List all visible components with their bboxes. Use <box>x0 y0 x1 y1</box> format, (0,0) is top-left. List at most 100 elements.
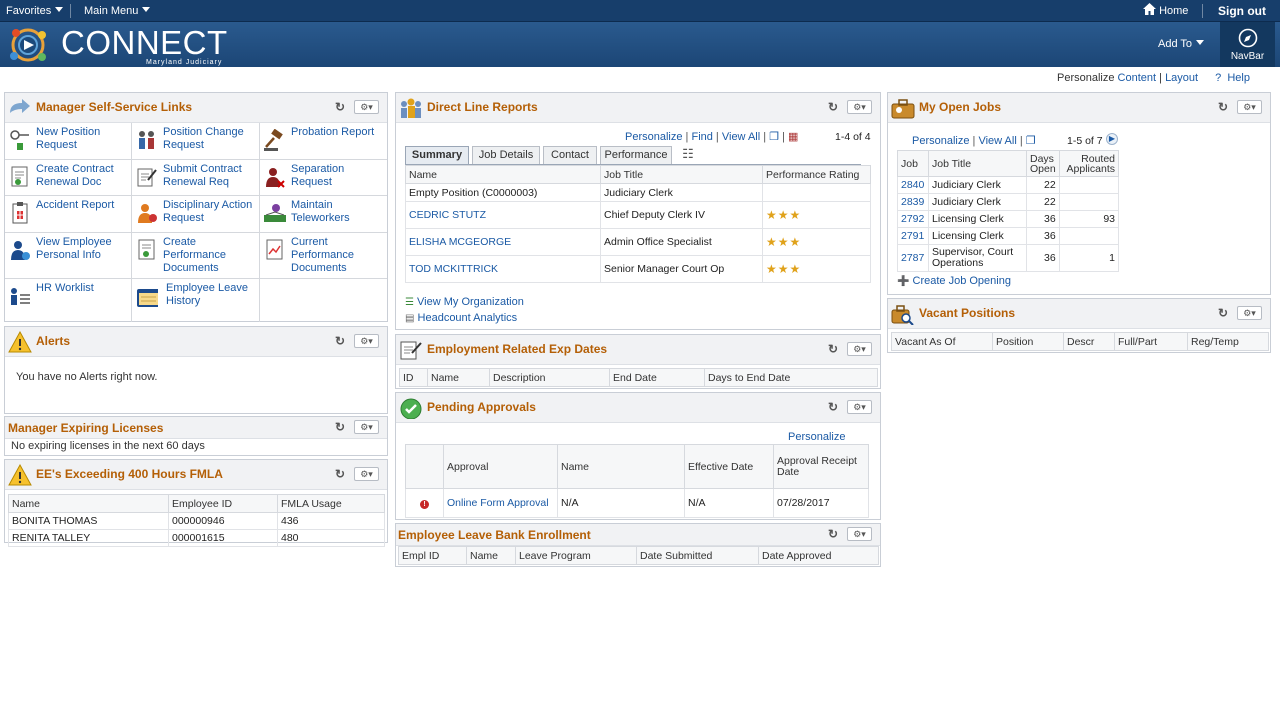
view-my-organization-link[interactable]: View My Organization <box>417 296 524 308</box>
report-name-link[interactable]: ELISHA MCGEORGE <box>405 228 601 256</box>
zoom-icon[interactable]: ❐ <box>1026 135 1036 147</box>
mss-link-create-performance[interactable]: Create Performance Documents <box>132 233 260 279</box>
favorites-menu[interactable]: Favorites <box>6 0 64 22</box>
personalize-link[interactable]: Personalize <box>625 131 682 143</box>
mss-link-disciplinary-action[interactable]: Disciplinary Action Request <box>132 196 260 233</box>
gear-icon[interactable]: ⚙▾ <box>1237 100 1262 114</box>
chevron-down-icon <box>55 7 64 12</box>
mss-link-hr-worklist[interactable]: HR Worklist <box>5 279 132 322</box>
zoom-icon[interactable]: ❐ <box>769 131 779 143</box>
tab-job-details[interactable]: Job Details <box>472 146 540 164</box>
mss-link-accident-report[interactable]: Accident Report <box>5 196 132 233</box>
report-name-link[interactable]: CEDRIC STUTZ <box>405 201 601 229</box>
job-id-link[interactable]: 2839 <box>897 193 929 211</box>
warning-icon <box>8 331 32 353</box>
add-to-menu[interactable]: Add To <box>1158 22 1205 67</box>
show-all-columns-icon[interactable]: ☷ <box>675 146 701 164</box>
mss-link-employee-leave-history[interactable]: Employee Leave History <box>132 279 260 322</box>
personalize-link[interactable]: Personalize <box>788 431 845 443</box>
job-id-link[interactable]: 2787 <box>897 244 929 272</box>
help-link[interactable]: Help <box>1227 72 1250 84</box>
headcount-analytics-row[interactable]: ▤ Headcount Analytics <box>405 312 517 324</box>
personalize-link[interactable]: Personalize <box>912 135 969 147</box>
home-link[interactable]: Home <box>1143 0 1188 22</box>
personalize-row: Personalize Content | Layout ? Help <box>1057 72 1250 84</box>
report-title: Admin Office Specialist <box>600 228 763 256</box>
tab-performance[interactable]: Performance <box>600 146 672 164</box>
report-name-link[interactable]: TOD MCKITTRICK <box>405 255 601 283</box>
refresh-icon[interactable]: ↻ <box>828 343 840 355</box>
mss-link-position-change[interactable]: Position Change Request <box>132 123 260 160</box>
licenses-title: Manager Expiring Licenses <box>8 421 164 435</box>
navbar-button[interactable]: NavBar <box>1220 22 1275 67</box>
refresh-icon[interactable]: ↻ <box>828 401 840 413</box>
job-id-link[interactable]: 2792 <box>897 210 929 228</box>
col-header: Name <box>557 444 685 489</box>
sign-out-link[interactable]: Sign out <box>1218 0 1266 22</box>
days-open: 36 <box>1026 210 1060 228</box>
fmla-pagelet: EE's Exceeding 400 Hours FMLA ↻ ⚙▾ Name … <box>4 459 388 547</box>
briefcase-search-icon <box>891 305 914 325</box>
headcount-analytics-link[interactable]: Headcount Analytics <box>418 312 518 324</box>
mss-link-submit-contract[interactable]: Submit Contract Renewal Req <box>132 160 260 196</box>
mss-link-probation-report[interactable]: Probation Report <box>260 123 387 160</box>
refresh-icon[interactable]: ↻ <box>828 528 840 540</box>
gear-icon[interactable]: ⚙▾ <box>847 342 872 356</box>
personalize-layout-link[interactable]: Layout <box>1165 72 1198 84</box>
routed-applicants <box>1058 176 1120 194</box>
edit-document-icon <box>137 168 157 187</box>
chevron-down-icon <box>142 7 151 12</box>
mss-link-view-employee[interactable]: View Employee Personal Info <box>5 233 132 279</box>
gear-icon[interactable]: ⚙▾ <box>847 100 872 114</box>
col-header <box>405 444 444 489</box>
mss-link-label: Disciplinary Action Request <box>163 199 253 224</box>
refresh-icon[interactable]: ↻ <box>1218 101 1230 113</box>
report-title: Senior Manager Court Op <box>600 255 763 283</box>
col-header: Reg/Temp <box>1187 332 1269 351</box>
personalize-content-link[interactable]: Content <box>1118 72 1157 84</box>
refresh-icon[interactable]: ↻ <box>335 468 347 480</box>
refresh-icon[interactable]: ↻ <box>1218 307 1230 319</box>
refresh-icon[interactable]: ↻ <box>828 101 840 113</box>
approval-link[interactable]: Online Form Approval <box>443 488 558 518</box>
create-job-opening-link[interactable]: Create Job Opening <box>913 275 1011 287</box>
gear-icon[interactable]: ⚙▾ <box>1237 306 1262 320</box>
tab-contact[interactable]: Contact <box>543 146 597 164</box>
star-rating-icon: ★★★ <box>766 235 802 249</box>
refresh-icon[interactable]: ↻ <box>335 335 347 347</box>
next-page-icon[interactable]: ▶ <box>1106 133 1118 145</box>
tab-summary[interactable]: Summary <box>405 146 469 164</box>
download-icon[interactable]: ▦ <box>788 131 798 143</box>
vacant-table: Vacant As Of Position Descr Full/Part Re… <box>891 332 1269 351</box>
days-open: 36 <box>1026 244 1060 272</box>
job-id-link[interactable]: 2840 <box>897 176 929 194</box>
job-title: Judiciary Clerk <box>928 176 1027 194</box>
view-all-link[interactable]: View All <box>722 131 760 143</box>
view-all-link[interactable]: View All <box>978 135 1016 147</box>
main-menu[interactable]: Main Menu <box>84 0 151 22</box>
days-open: 22 <box>1026 176 1060 194</box>
mss-link-maintain-teleworkers[interactable]: Maintain Teleworkers <box>260 196 387 233</box>
mss-link-separation-request[interactable]: Separation Request <box>260 160 387 196</box>
document-icon <box>11 166 28 187</box>
create-job-opening-row[interactable]: ➕ Create Job Opening <box>897 275 1011 287</box>
mss-link-current-performance[interactable]: Current Performance Documents <box>260 233 387 279</box>
job-id-link[interactable]: 2791 <box>897 227 929 245</box>
gear-icon[interactable]: ⚙▾ <box>354 420 379 434</box>
separator: | <box>1159 72 1162 84</box>
fmla-title: EE's Exceeding 400 Hours FMLA <box>36 467 223 481</box>
gear-icon[interactable]: ⚙▾ <box>354 334 379 348</box>
gear-icon[interactable]: ⚙▾ <box>354 467 379 481</box>
refresh-icon[interactable]: ↻ <box>335 101 347 113</box>
find-link[interactable]: Find <box>691 131 712 143</box>
table-row: 2840 Judiciary Clerk 22 <box>897 176 1120 194</box>
gear-icon[interactable]: ⚙▾ <box>847 400 872 414</box>
refresh-icon[interactable]: ↻ <box>335 421 347 433</box>
gear-icon[interactable]: ⚙▾ <box>354 100 379 114</box>
gear-icon[interactable]: ⚙▾ <box>847 527 872 541</box>
alert-status-icon: ! <box>405 488 444 518</box>
mss-link-new-position[interactable]: New Position Request <box>5 123 132 160</box>
alerts-title: Alerts <box>36 334 71 348</box>
mss-link-create-contract[interactable]: Create Contract Renewal Doc <box>5 160 132 196</box>
view-my-organization-row[interactable]: ☰ View My Organization <box>405 296 524 308</box>
